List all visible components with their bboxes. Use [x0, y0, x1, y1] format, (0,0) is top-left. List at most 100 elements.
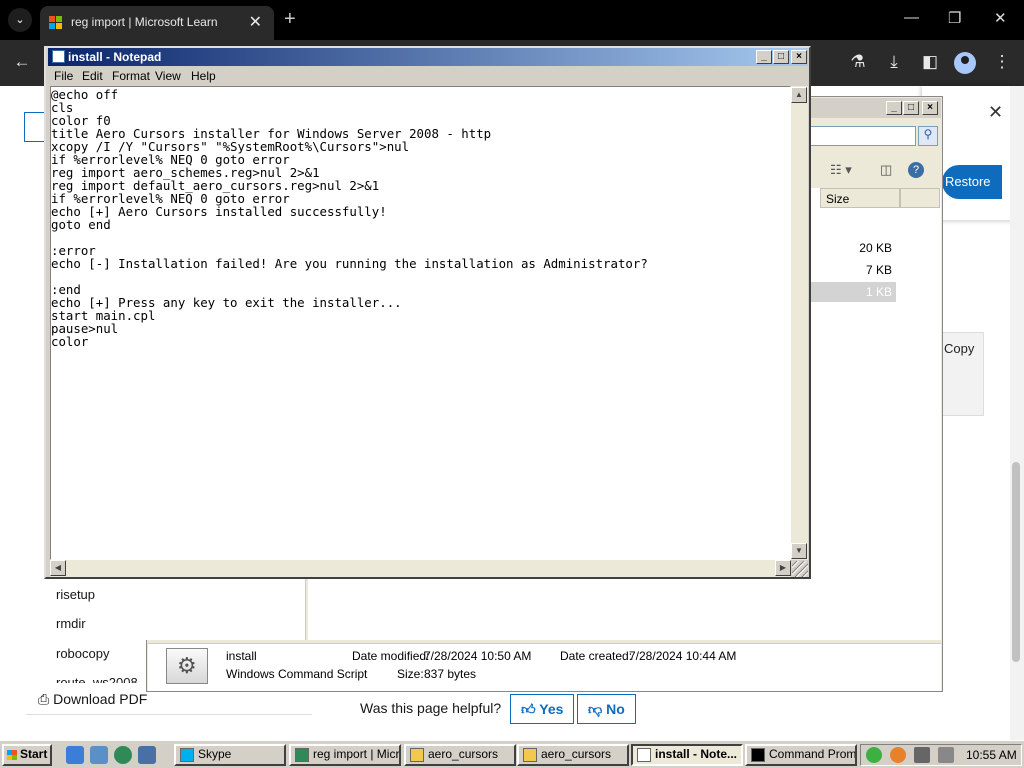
pdf-icon: ⎙ — [38, 691, 50, 707]
notepad-vertical-scrollbar[interactable] — [791, 86, 808, 560]
help-icon[interactable]: ? — [908, 162, 924, 178]
window-restore-button[interactable]: ❐ — [948, 9, 961, 27]
notepad-title: install - Notepad — [68, 50, 162, 64]
yes-label: Yes — [539, 701, 564, 717]
task-label: Command Prompt — [769, 747, 857, 761]
file-size: 1 KB — [865, 285, 892, 299]
explorer-maximize-button[interactable]: □ — [903, 101, 919, 115]
details-size-value: 837 bytes — [424, 667, 477, 681]
menu-help[interactable]: Help — [191, 69, 216, 83]
filter-icon[interactable] — [24, 112, 46, 142]
scroll-up-arrow-icon[interactable]: ▲ — [791, 87, 807, 103]
sidebar-link-rmdir[interactable]: rmdir — [56, 616, 86, 631]
back-arrow-icon[interactable]: ← — [10, 52, 34, 72]
details-modified-label: Date modified: — [352, 649, 430, 663]
details-size-label: Size: — [397, 667, 424, 681]
explorer-quicklaunch-icon[interactable] — [138, 746, 156, 764]
details-file-name: install — [226, 649, 257, 663]
task-label: Skype — [198, 747, 232, 761]
shield-check-icon[interactable] — [866, 747, 882, 763]
scroll-left-arrow-icon[interactable]: ◀ — [50, 560, 66, 576]
window-minimize-button[interactable]: — — [904, 9, 919, 26]
notepad-maximize-button[interactable]: □ — [773, 50, 789, 64]
kebab-menu-icon[interactable]: ⋮ — [990, 52, 1014, 72]
explorer-minimize-button[interactable]: _ — [886, 101, 902, 115]
view-options-icon[interactable]: ☷ ▾ — [830, 162, 852, 178]
microsoft-logo-icon — [49, 16, 63, 30]
no-label: No — [606, 701, 625, 717]
start-button[interactable]: Start — [2, 744, 52, 766]
ie-quicklaunch-icon[interactable] — [66, 746, 84, 764]
feedback-question: Was this page helpful? — [360, 700, 502, 716]
divider — [26, 714, 312, 715]
task-label: reg import | Micr... — [313, 747, 401, 761]
notepad-titlebar[interactable] — [48, 48, 808, 66]
new-tab-button[interactable]: + — [284, 8, 296, 31]
scroll-down-arrow-icon[interactable]: ▼ — [791, 543, 807, 559]
notepad-close-button[interactable]: × — [791, 50, 807, 64]
taskbar-item-browser[interactable]: reg import | Micr... — [289, 744, 401, 766]
resize-grip-icon[interactable] — [792, 561, 808, 577]
page-scrollbar-thumb[interactable] — [1012, 462, 1020, 662]
sidebar-link-risetup[interactable]: risetup — [56, 587, 95, 602]
notepad-content: @echo off cls color f0 title Aero Cursor… — [51, 87, 648, 349]
sidebar-link-robocopy[interactable]: robocopy — [56, 646, 109, 661]
tab-title: reg import | Microsoft Learn — [71, 15, 218, 29]
show-desktop-icon[interactable] — [90, 746, 108, 764]
command-prompt-icon — [751, 748, 765, 762]
taskbar-item-folder[interactable]: aero_cursors — [404, 744, 516, 766]
task-label: aero_cursors — [428, 747, 499, 761]
labs-flask-icon[interactable]: ⚗ — [846, 52, 870, 72]
preview-pane-icon[interactable]: ◫ — [880, 162, 892, 178]
tab-search-icon[interactable]: ⌄ — [8, 8, 32, 32]
details-file-type: Windows Command Script — [226, 667, 368, 681]
task-label: aero_cursors — [541, 747, 612, 761]
details-created-label: Date created: — [560, 649, 633, 663]
scroll-right-arrow-icon[interactable]: ▶ — [775, 560, 791, 576]
profile-avatar[interactable] — [954, 52, 976, 74]
menu-format[interactable]: Format — [112, 69, 150, 83]
column-header-filler — [900, 188, 940, 208]
copy-button[interactable]: Copy — [940, 332, 984, 416]
search-magnifier-icon[interactable]: ⚲ — [918, 126, 938, 146]
restore-button[interactable]: Restore — [942, 165, 1002, 199]
taskbar-item-skype[interactable]: Skype — [174, 744, 286, 766]
explorer-search-field[interactable] — [810, 126, 916, 146]
details-modified-value: 7/28/2024 10:50 AM — [424, 649, 532, 663]
download-pdf-link[interactable]: ⎙ Download PDF — [38, 691, 147, 708]
window-close-button[interactable]: ✕ — [994, 9, 1007, 27]
search-tray-icon[interactable] — [890, 747, 906, 763]
browser-tab[interactable]: reg import | Microsoft Learn ✕ — [40, 6, 274, 40]
sidebar-link-route[interactable]: route_ws2008 — [56, 675, 138, 683]
download-icon[interactable]: ⤓ — [882, 52, 906, 72]
volume-muted-icon[interactable] — [938, 747, 954, 763]
taskbar-item-notepad[interactable]: install - Note... — [631, 744, 743, 766]
explorer-nav-pane — [146, 578, 306, 640]
explorer-toolbar: ☷ ▾ ◫ ? — [810, 156, 940, 184]
taskbar-item-folder[interactable]: aero_cursors — [517, 744, 629, 766]
file-size: 20 KB — [859, 241, 892, 255]
skype-icon — [180, 748, 194, 762]
explorer-close-button[interactable]: × — [922, 101, 938, 115]
menu-edit[interactable]: Edit — [82, 69, 103, 83]
clock[interactable]: 10:55 AM — [966, 748, 1017, 762]
notepad-icon — [637, 748, 651, 762]
browser-quicklaunch-icon[interactable] — [114, 746, 132, 764]
size-column-header[interactable]: Size — [820, 188, 900, 208]
task-label: install - Note... — [655, 747, 738, 761]
side-panel-icon[interactable]: ◧ — [918, 52, 942, 72]
details-created-value: 7/28/2024 10:44 AM — [629, 649, 737, 663]
popup-close-icon[interactable]: ✕ — [988, 102, 1003, 123]
menu-file[interactable]: File — [54, 69, 73, 83]
taskbar-item-command-prompt[interactable]: Command Prompt — [745, 744, 857, 766]
tab-close-icon[interactable]: ✕ — [249, 12, 262, 32]
feedback-no-button[interactable]: 👎︎ No — [577, 694, 636, 724]
notepad-icon[interactable] — [52, 50, 65, 63]
ime-tray-icon[interactable] — [914, 747, 930, 763]
folder-icon — [523, 748, 537, 762]
file-list-bottom — [308, 578, 941, 640]
notepad-minimize-button[interactable]: _ — [756, 50, 772, 64]
menu-view[interactable]: View — [155, 69, 181, 83]
feedback-yes-button[interactable]: 👍︎ Yes — [510, 694, 575, 724]
notepad-horizontal-scrollbar[interactable] — [50, 560, 791, 577]
